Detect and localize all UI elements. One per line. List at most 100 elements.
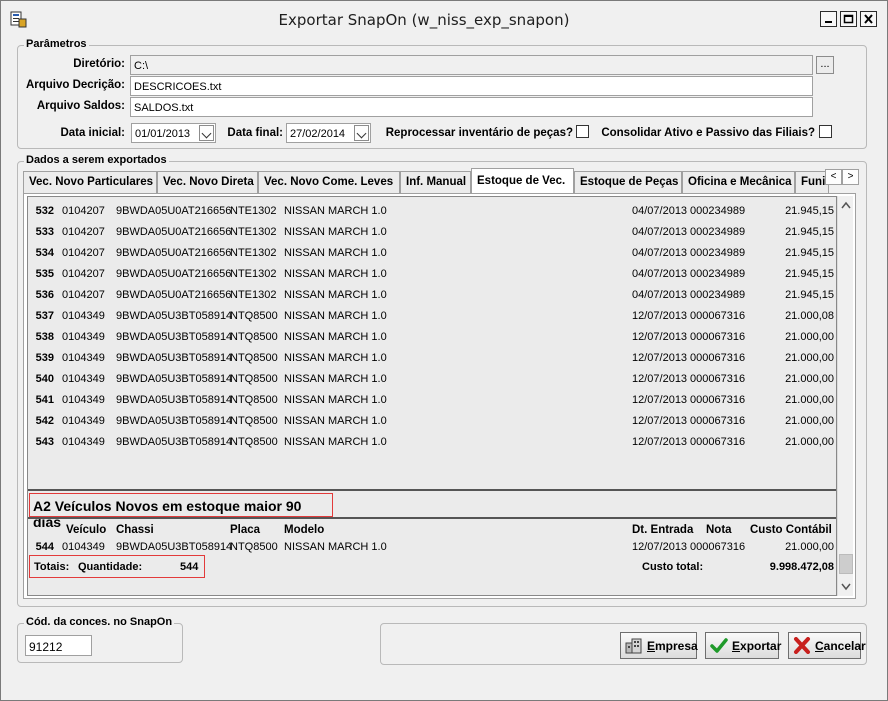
reprocessar-checkbox[interactable] xyxy=(576,125,589,138)
tab-vec-novo-particulares[interactable]: Vec. Novo Particulares xyxy=(23,171,157,193)
codigo-field[interactable]: 91212 xyxy=(25,635,92,656)
row-chassi: 9BWDA05U0AT216656 xyxy=(116,205,232,217)
chevron-down-icon[interactable] xyxy=(199,125,214,141)
arquivo-saldos-label: Arquivo Saldos: xyxy=(36,100,125,112)
maximize-button[interactable] xyxy=(840,11,857,27)
row-placa: NTQ8500 xyxy=(230,373,278,385)
row-veiculo: 0104207 xyxy=(62,205,105,217)
row-custo: 21.000,00 xyxy=(785,352,834,364)
row-custo: 21.000,00 xyxy=(785,394,834,406)
group-separator-bottom xyxy=(28,517,836,519)
tab-estoque-de-vec[interactable]: Estoque de Vec. xyxy=(471,168,574,194)
diretorio-field[interactable]: C:\ xyxy=(130,55,813,75)
tab-oficina-e-mecanica[interactable]: Oficina e Mecânica xyxy=(682,171,795,193)
table-row[interactable]: 532 0104207 9BWDA05U0AT216656 NTE1302 NISSAN… xyxy=(28,201,836,222)
empresa-button[interactable]: Empresa xyxy=(620,632,698,659)
row-number: 534 xyxy=(35,247,54,259)
table-row[interactable]: 535 0104207 9BWDA05U0AT216656 NTE1302 NISSAN… xyxy=(28,264,836,285)
row-nota: 000234989 xyxy=(690,226,746,238)
tab-scroll-right-icon[interactable]: > xyxy=(842,169,859,185)
row-nota: 000234989 xyxy=(690,247,746,259)
scroll-thumb[interactable] xyxy=(839,554,853,574)
tab-strip: Vec. Novo Particulares Vec. Novo Direta … xyxy=(23,168,863,194)
row-nota: 000067316 xyxy=(690,541,746,553)
row-number: 533 xyxy=(35,226,54,238)
row-veiculo: 0104207 xyxy=(62,289,105,301)
row-modelo: NISSAN MARCH 1.0 xyxy=(284,541,387,553)
row-chassi: 9BWDA05U3BT058914 xyxy=(116,331,233,343)
tab-inf-manual[interactable]: Inf. Manual xyxy=(400,171,471,193)
row-placa: NTQ8500 xyxy=(230,331,278,343)
title-bar: Exportar SnapOn (w_niss_exp_snapon) xyxy=(1,1,887,37)
row-nota: 000234989 xyxy=(690,205,746,217)
close-button[interactable] xyxy=(860,11,877,27)
exportar-button[interactable]: Exportar xyxy=(705,632,782,659)
row-dt-entrada: 12/07/2013 xyxy=(632,541,688,553)
col-chassi-header: Chassi xyxy=(116,524,154,536)
row-veiculo: 0104207 xyxy=(62,268,105,280)
table-row[interactable]: 538 0104349 9BWDA05U3BT058914 NTQ8500 NISSAN… xyxy=(28,327,836,348)
vertical-scrollbar[interactable] xyxy=(837,196,853,596)
row-nota: 000067316 xyxy=(690,331,746,343)
row-veiculo: 0104207 xyxy=(62,247,105,259)
row-nota: 000067316 xyxy=(690,415,746,427)
table-row[interactable]: 534 0104207 9BWDA05U0AT216656 NTE1302 NISSAN… xyxy=(28,243,836,264)
row-modelo: NISSAN MARCH 1.0 xyxy=(284,226,387,238)
tab-estoque-de-pecas[interactable]: Estoque de Peças xyxy=(574,171,682,193)
row-modelo: NISSAN MARCH 1.0 xyxy=(284,415,387,427)
group-header: A2 Veículos Novos em estoque maior 90 di… xyxy=(29,493,333,530)
data-inicial-dropdown[interactable]: 01/01/2013 xyxy=(131,123,216,143)
scroll-up-icon[interactable] xyxy=(838,197,854,214)
table-row[interactable]: 533 0104207 9BWDA05U0AT216656 NTE1302 NISSAN… xyxy=(28,222,836,243)
dados-title: Dados a serem exportados xyxy=(24,154,169,166)
table-row[interactable]: 540 0104349 9BWDA05U3BT058914 NTQ8500 NISSAN… xyxy=(28,369,836,390)
row-custo: 21.000,00 xyxy=(785,415,834,427)
row-nota: 000234989 xyxy=(690,268,746,280)
row-chassi: 9BWDA05U0AT216656 xyxy=(116,247,232,259)
table-row[interactable]: 536 0104207 9BWDA05U0AT216656 NTE1302 NISSAN… xyxy=(28,285,836,306)
browse-button[interactable]: ... xyxy=(816,56,834,74)
row-modelo: NISSAN MARCH 1.0 xyxy=(284,247,387,259)
row-number: 538 xyxy=(35,331,54,343)
minimize-button[interactable] xyxy=(820,11,837,27)
row-dt-entrada: 12/07/2013 xyxy=(632,352,688,364)
parametros-title: Parâmetros xyxy=(24,38,89,50)
exportar-label: Exportar xyxy=(732,639,782,653)
table-row[interactable]: 539 0104349 9BWDA05U3BT058914 NTQ8500 NISSAN… xyxy=(28,348,836,369)
row-modelo: NISSAN MARCH 1.0 xyxy=(284,205,387,217)
x-icon xyxy=(794,637,810,654)
row-dt-entrada: 12/07/2013 xyxy=(632,436,688,448)
building-icon xyxy=(625,638,642,654)
chevron-down-icon[interactable] xyxy=(354,125,369,141)
row-veiculo: 0104349 xyxy=(62,373,105,385)
col-veiculo-header: Veículo xyxy=(66,524,107,536)
tab-vec-novo-come-leves[interactable]: Vec. Novo Come. Leves xyxy=(258,171,400,193)
table-row[interactable]: 537 0104349 9BWDA05U3BT058914 NTQ8500 NISSAN… xyxy=(28,306,836,327)
row-modelo: NISSAN MARCH 1.0 xyxy=(284,373,387,385)
data-final-dropdown[interactable]: 27/02/2014 xyxy=(286,123,371,143)
tab-scroll-left-icon[interactable]: < xyxy=(825,169,842,185)
row-modelo: NISSAN MARCH 1.0 xyxy=(284,289,387,301)
row-dt-entrada: 12/07/2013 xyxy=(632,373,688,385)
table-row[interactable]: 541 0104349 9BWDA05U3BT058914 NTQ8500 NISSAN… xyxy=(28,390,836,411)
consolidar-checkbox[interactable] xyxy=(819,125,832,138)
row-chassi: 9BWDA05U0AT216656 xyxy=(116,226,232,238)
custo-total-value: 9.998.472,08 xyxy=(769,561,834,573)
scroll-down-icon[interactable] xyxy=(838,578,854,595)
arquivo-saldos-field[interactable]: SALDOS.txt xyxy=(130,97,813,117)
tab-vec-novo-direta[interactable]: Vec. Novo Direta xyxy=(157,171,258,193)
row-number: 537 xyxy=(35,310,54,322)
row-placa: NTQ8500 xyxy=(230,310,278,322)
row-nota: 000067316 xyxy=(690,373,746,385)
data-inicial-value: 01/01/2013 xyxy=(135,128,191,140)
table-row[interactable]: 542 0104349 9BWDA05U3BT058914 NTQ8500 NISSAN… xyxy=(28,411,836,432)
col-custo-header: Custo Contábil xyxy=(750,524,832,536)
row-chassi: 9BWDA05U3BT058914 xyxy=(116,310,233,322)
tab-funi[interactable]: Funi xyxy=(795,171,829,193)
col-dt-entrada-header: Dt. Entrada xyxy=(632,524,694,536)
row-number: 535 xyxy=(35,268,54,280)
export-window: Exportar SnapOn (w_niss_exp_snapon) Parâ… xyxy=(0,0,888,701)
arquivo-descricao-field[interactable]: DESCRICOES.txt xyxy=(130,76,813,96)
table-row[interactable]: 543 0104349 9BWDA05U3BT058914 NTQ8500 NISSAN… xyxy=(28,432,836,453)
cancelar-button[interactable]: Cancelar xyxy=(788,632,866,659)
